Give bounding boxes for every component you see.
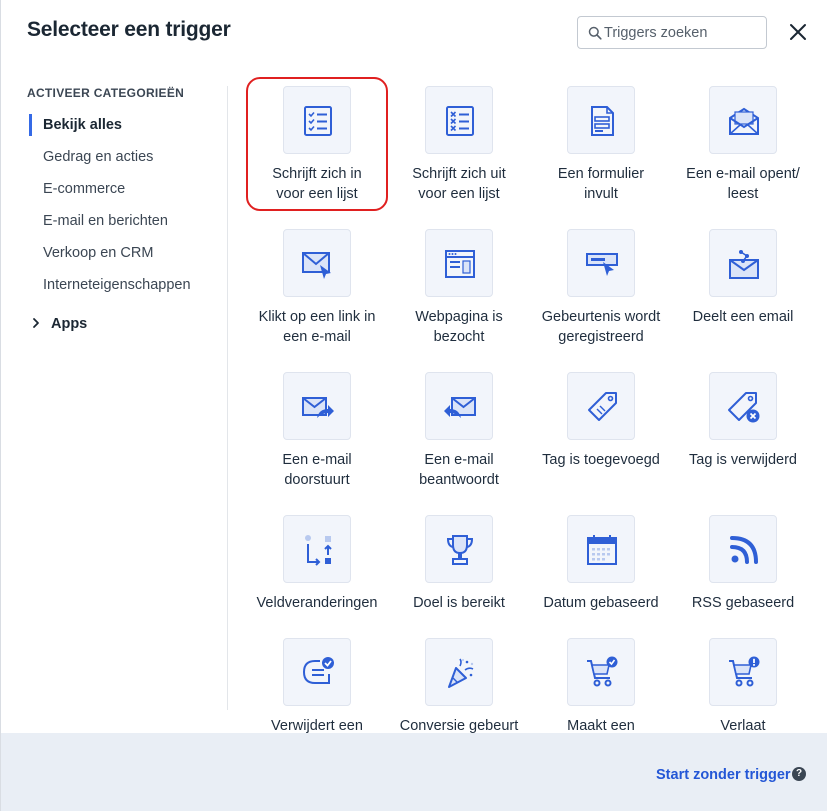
tag-removed-icon xyxy=(728,392,760,423)
trigger-label: Tag is toegevoegd xyxy=(542,452,660,468)
party-icon xyxy=(448,658,474,688)
dialog-header: Selecteer een trigger xyxy=(1,0,827,66)
close-icon[interactable] xyxy=(786,20,810,44)
trigger-label: Een e-mail beantwoordt xyxy=(419,452,499,488)
trigger-grid: Schrijft zich in voor een lijst Schrijft … xyxy=(229,66,827,733)
trigger-label: Verlaat xyxy=(720,718,766,733)
webpage-icon xyxy=(445,250,475,278)
list-subscribe-icon xyxy=(304,106,332,136)
category-behavior[interactable]: Gedrag en acties xyxy=(43,149,153,165)
trigger-icon-box xyxy=(567,515,635,583)
category-sidebar: ACTIVEER CATEGORIEËN Bekijk alles Gedrag… xyxy=(1,86,228,710)
trigger-icon-box xyxy=(567,229,635,297)
trigger-icon-box xyxy=(709,86,777,154)
trigger-label: Klikt op een link in een e-mail xyxy=(258,309,376,345)
category-sales-crm[interactable]: Verkoop en CRM xyxy=(43,245,153,261)
trigger-label: Tag is verwijderd xyxy=(689,452,797,468)
trigger-icon-box xyxy=(283,372,351,440)
trigger-label: Deelt een email xyxy=(692,309,794,325)
trigger-icon-box xyxy=(425,229,493,297)
email-share-icon xyxy=(729,250,759,279)
apps-label: Apps xyxy=(51,316,88,332)
list-unsubscribe-icon xyxy=(446,106,474,136)
remove-chat-icon xyxy=(302,657,334,684)
trigger-dialog: Selecteer een trigger ACTIVEER CATEGORIE… xyxy=(0,0,827,811)
start-without-trigger-link[interactable]: Start zonder trigger xyxy=(656,767,791,783)
trigger-icon-box xyxy=(283,515,351,583)
trigger-icon-box xyxy=(709,638,777,706)
search-input[interactable] xyxy=(604,17,764,48)
trigger-label: Een formulier invult xyxy=(557,166,645,202)
trigger-label: Een e-mail opent/leest xyxy=(686,166,800,202)
trigger-icon-box xyxy=(283,638,351,706)
trigger-label: Schrijft zich in voor een lijst xyxy=(272,166,362,202)
email-click-icon xyxy=(302,252,331,279)
trigger-label: Maakt een xyxy=(567,718,635,733)
trigger-label: RSS gebaseerd xyxy=(691,595,795,611)
chevron-right-icon xyxy=(33,318,39,328)
calendar-icon xyxy=(587,535,617,565)
active-category-indicator xyxy=(29,114,32,136)
help-icon[interactable]: ? xyxy=(792,767,806,781)
trigger-icon-box xyxy=(709,515,777,583)
trigger-icon-box xyxy=(709,229,777,297)
trigger-label: Webpagina is bezocht xyxy=(415,309,503,345)
trigger-label: Verwijdert een xyxy=(271,718,363,733)
cart-check-icon xyxy=(587,656,618,687)
dialog-footer: Start zonder trigger ? xyxy=(1,733,827,811)
rss-icon xyxy=(730,536,758,564)
trigger-icon-box xyxy=(425,638,493,706)
trigger-label: Datum gebaseerd xyxy=(543,595,659,611)
trigger-label: Gebeurtenis wordt geregistreerd xyxy=(541,309,661,345)
trigger-label: Schrijft zich uit voor een lijst xyxy=(412,166,506,202)
search-box[interactable] xyxy=(577,16,767,49)
trigger-label: Doel is bereikt xyxy=(413,595,505,611)
tag-added-icon xyxy=(588,392,617,421)
trigger-icon-box xyxy=(425,372,493,440)
trophy-icon xyxy=(446,535,474,565)
category-ecommerce[interactable]: E-commerce xyxy=(43,181,125,197)
trigger-icon-box xyxy=(425,515,493,583)
category-email[interactable]: E-mail en berichten xyxy=(43,213,168,229)
email-reply-icon xyxy=(444,397,476,418)
category-heading: ACTIVEER CATEGORIEËN xyxy=(27,86,185,100)
email-forward-icon xyxy=(302,397,334,418)
cart-alert-icon xyxy=(729,656,760,687)
trigger-label: Een e-mail doorstuurt xyxy=(282,452,352,488)
trigger-icon-box xyxy=(567,372,635,440)
trigger-label: Conversie gebeurt xyxy=(399,718,519,733)
trigger-icon-box xyxy=(425,86,493,154)
dialog-title: Selecteer een trigger xyxy=(27,18,231,41)
category-view-all[interactable]: Bekijk alles xyxy=(43,117,122,133)
trigger-icon-box xyxy=(567,86,635,154)
apps-toggle[interactable]: Apps xyxy=(31,316,87,332)
trigger-icon-box xyxy=(567,638,635,706)
search-icon xyxy=(588,26,602,40)
email-open-icon xyxy=(729,107,759,135)
trigger-label: Veldveranderingen xyxy=(256,595,378,611)
form-icon xyxy=(591,106,614,136)
trigger-icon-box xyxy=(283,229,351,297)
trigger-icon-box xyxy=(283,86,351,154)
event-icon xyxy=(586,253,618,276)
field-change-icon xyxy=(305,535,332,566)
trigger-icon-box xyxy=(709,372,777,440)
category-web-properties[interactable]: Interneteigenschappen xyxy=(43,277,191,293)
